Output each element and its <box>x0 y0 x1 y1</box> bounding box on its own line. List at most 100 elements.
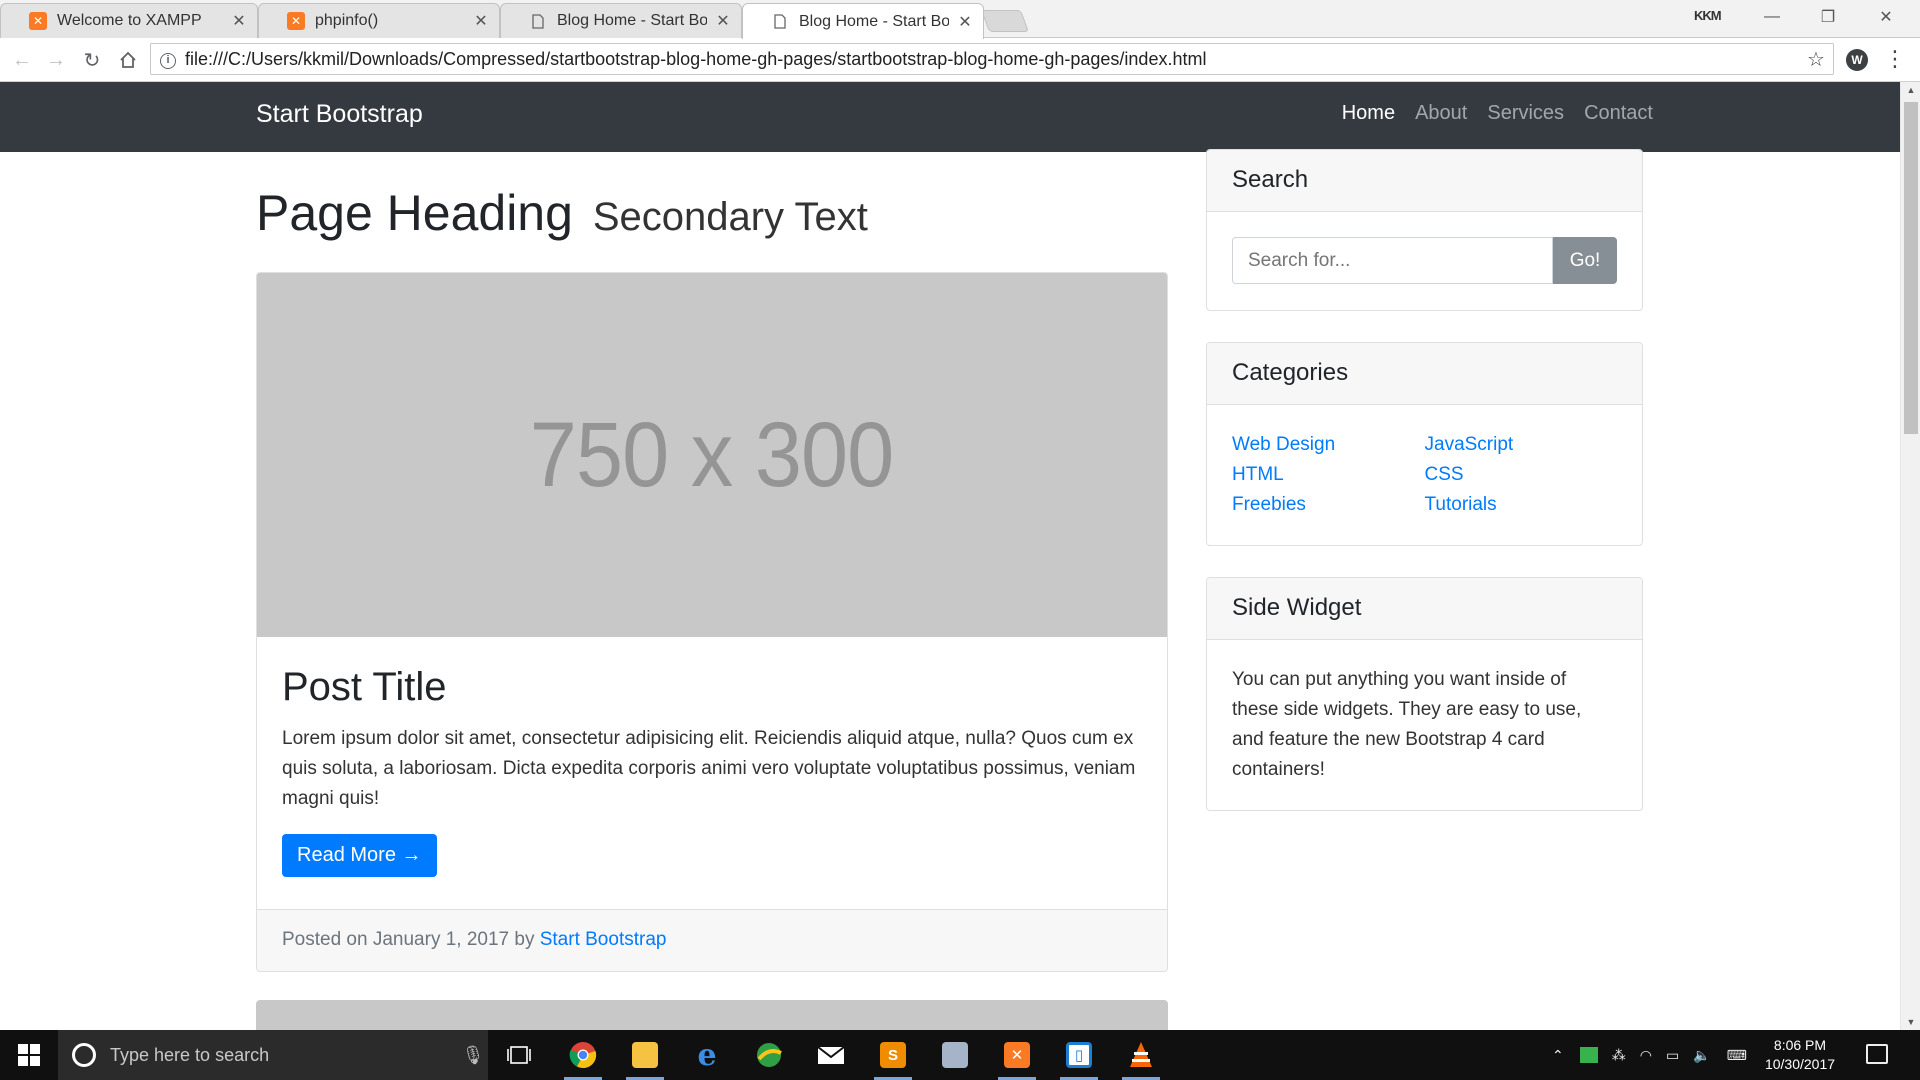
scroll-down-arrow-icon[interactable]: ▼ <box>1901 1014 1920 1030</box>
post-excerpt: Lorem ipsum dolor sit amet, consectetur … <box>282 728 1136 809</box>
address-bar[interactable]: i file:///C:/Users/kkmil/Downloads/Compr… <box>150 43 1834 75</box>
post-card: 750 x 300 Post Title Lorem ipsum dolor s… <box>256 272 1168 972</box>
post-footer: Posted on January 1, 2017 by Start Boots… <box>257 909 1167 971</box>
search-input[interactable] <box>1232 237 1553 284</box>
category-columns: Web Design HTML Freebies JavaScript CSS … <box>1232 430 1617 520</box>
search-widget-body: Go! <box>1207 212 1642 309</box>
mail-icon[interactable] <box>808 1035 854 1075</box>
tray-app-icon[interactable] <box>1579 1047 1598 1063</box>
url-text[interactable]: file:///C:/Users/kkmil/Downloads/Compres… <box>185 49 1799 70</box>
xampp-taskbar-icon[interactable]: ✕ <box>994 1035 1040 1080</box>
edge-icon[interactable]: e <box>684 1035 730 1075</box>
search-widget-title: Search <box>1207 150 1642 212</box>
category-link-freebies[interactable]: Freebies <box>1232 490 1425 520</box>
category-link-css[interactable]: CSS <box>1425 460 1618 490</box>
clock-time: 8:06 PM <box>1773 1037 1827 1053</box>
restore-icon[interactable]: ❐ <box>1808 4 1848 30</box>
close-tab-icon[interactable]: ✕ <box>473 11 489 31</box>
chrome-icon[interactable] <box>560 1035 606 1080</box>
read-more-button[interactable]: Read More → <box>282 834 437 877</box>
close-tab-icon[interactable]: ✕ <box>231 11 247 31</box>
search-widget: Search Go! <box>1206 149 1643 311</box>
post-meta: Posted on January 1, 2017 by <box>282 929 540 950</box>
browser-menu-icon[interactable]: ⋮ <box>1884 46 1906 72</box>
close-window-icon[interactable]: ✕ <box>1866 4 1906 30</box>
category-link-tutorials[interactable]: Tutorials <box>1425 490 1618 520</box>
network-app-icon[interactable] <box>932 1035 978 1075</box>
xampp-icon: ✕ <box>287 12 305 30</box>
home-icon[interactable] <box>114 46 142 74</box>
battery-icon[interactable]: ▭ <box>1666 1047 1679 1064</box>
scroll-up-arrow-icon[interactable]: ▲ <box>1901 82 1920 98</box>
sublime-text-icon[interactable]: S <box>870 1035 916 1080</box>
microphone-icon[interactable]: 🎙 <box>458 1045 488 1066</box>
back-arrow-icon[interactable]: ← <box>8 46 36 74</box>
minimize-icon[interactable]: — <box>1752 4 1792 30</box>
placeholder-dimensions: 750 x 300 <box>530 403 894 506</box>
action-center-icon[interactable] <box>1866 1044 1888 1064</box>
forward-arrow-icon[interactable]: → <box>42 46 70 74</box>
category-link-web-design[interactable]: Web Design <box>1232 430 1425 460</box>
page-icon <box>529 12 547 30</box>
navbar-links: Home About Services Contact <box>1342 102 1653 125</box>
search-go-button[interactable]: Go! <box>1553 237 1617 284</box>
page-icon <box>771 13 789 31</box>
tab-blog-home-active[interactable]: Blog Home - Start Bootstr ✕ <box>742 3 984 39</box>
side-widget-title: Side Widget <box>1207 578 1642 640</box>
vlc-icon[interactable] <box>1118 1035 1164 1080</box>
navbar-brand[interactable]: Start Bootstrap <box>256 100 423 129</box>
system-tray: ⌃ ⁂ ◠ ▭ 🔈 ⌨ <box>1552 1030 1747 1080</box>
file-explorer-icon[interactable] <box>622 1035 668 1080</box>
taskbar-clock[interactable]: 8:06 PM 10/30/2017 <box>1760 1036 1840 1074</box>
side-widget-text: You can put anything you want inside of … <box>1232 669 1582 780</box>
show-hidden-icons-icon[interactable]: ⌃ <box>1552 1047 1564 1064</box>
browser-toolbar: ← → ↻ i file:///C:/Users/kkmil/Downloads… <box>0 38 1920 82</box>
wifi-icon[interactable]: ◠ <box>1640 1047 1652 1064</box>
extension-icon[interactable]: W <box>1846 49 1868 71</box>
tray-network-app-icon[interactable]: ⁂ <box>1612 1047 1626 1064</box>
close-tab-icon[interactable]: ✕ <box>715 11 731 31</box>
globe-app-icon[interactable] <box>746 1035 792 1075</box>
page-heading: Page Heading Secondary Text <box>256 184 868 242</box>
cortana-icon[interactable] <box>72 1043 96 1067</box>
profile-badge[interactable]: KKM <box>1694 8 1722 23</box>
task-view-icon[interactable] <box>496 1035 542 1075</box>
windows-start-icon[interactable] <box>0 1030 58 1080</box>
nav-link-about[interactable]: About <box>1415 102 1467 125</box>
volume-icon[interactable]: 🔈 <box>1693 1047 1710 1064</box>
nav-link-contact[interactable]: Contact <box>1584 102 1653 125</box>
category-column-1: Web Design HTML Freebies <box>1232 430 1425 520</box>
clock-date: 10/30/2017 <box>1764 1056 1836 1072</box>
reload-icon[interactable]: ↻ <box>78 46 106 74</box>
tab-title: phpinfo() <box>315 12 379 29</box>
post-body: Post Title Lorem ipsum dolor sit amet, c… <box>257 637 1167 907</box>
post-image-placeholder: 750 x 300 <box>257 273 1167 637</box>
categories-widget-body: Web Design HTML Freebies JavaScript CSS … <box>1207 405 1642 545</box>
page-scrollbar[interactable]: ▲ ▼ <box>1900 82 1920 1030</box>
scrollbar-thumb[interactable] <box>1904 102 1918 434</box>
categories-widget: Categories Web Design HTML Freebies Java… <box>1206 342 1643 546</box>
nav-link-home[interactable]: Home <box>1342 102 1395 125</box>
nav-link-services[interactable]: Services <box>1487 102 1564 125</box>
taskbar-search-box[interactable]: Type here to search 🎙 <box>58 1030 488 1080</box>
next-post-image-placeholder <box>256 1000 1168 1030</box>
close-tab-icon[interactable]: ✕ <box>957 12 973 32</box>
tab-title: Blog Home - Start Bootstr <box>557 12 707 29</box>
xampp-icon: ✕ <box>29 12 47 30</box>
page-heading-text: Page Heading <box>256 185 573 241</box>
windows-taskbar: Type here to search 🎙 e S ✕ ▯ ⌃ ⁂ ◠ ▭ 🔈 <box>0 1030 1920 1080</box>
category-link-html[interactable]: HTML <box>1232 460 1425 490</box>
tab-welcome-to-xampp[interactable]: ✕ Welcome to XAMPP ✕ <box>0 3 258 38</box>
bookmark-star-icon[interactable]: ☆ <box>1799 47 1833 72</box>
keyboard-icon[interactable]: ⌨ <box>1727 1047 1747 1064</box>
taskbar-search-placeholder[interactable]: Type here to search <box>110 1045 458 1066</box>
post-title: Post Title <box>282 665 447 709</box>
blue-app-icon[interactable]: ▯ <box>1056 1035 1102 1080</box>
tab-blog-home-1[interactable]: Blog Home - Start Bootstr ✕ <box>500 3 742 38</box>
new-tab-button[interactable] <box>980 10 1030 32</box>
category-link-javascript[interactable]: JavaScript <box>1425 430 1618 460</box>
post-author-link[interactable]: Start Bootstrap <box>540 929 667 950</box>
tab-title: Blog Home - Start Bootstr <box>799 12 949 30</box>
info-icon[interactable]: i <box>151 50 185 69</box>
tab-phpinfo[interactable]: ✕ phpinfo() ✕ <box>258 3 500 38</box>
